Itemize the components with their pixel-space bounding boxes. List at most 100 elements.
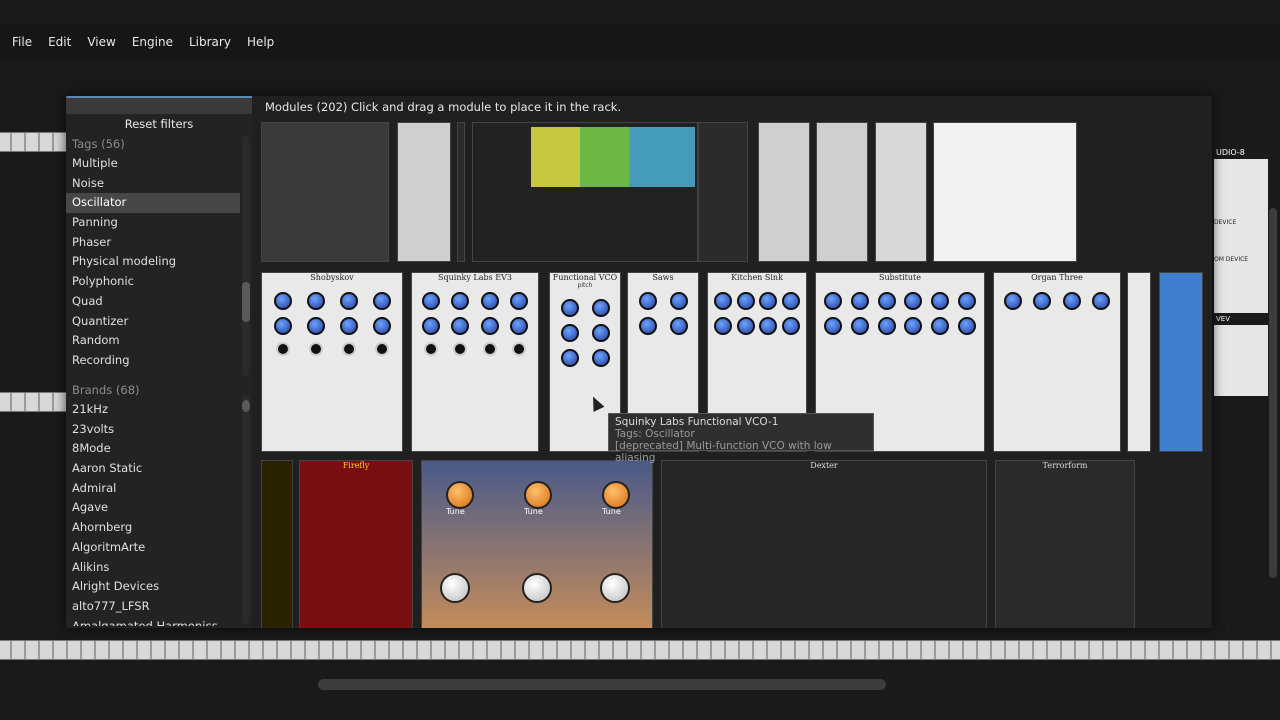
brand-item[interactable]: Alright Devices: [66, 577, 240, 597]
search-input[interactable]: [66, 96, 252, 114]
knob[interactable]: [339, 292, 358, 310]
brand-item[interactable]: 23volts: [66, 420, 240, 440]
knob[interactable]: [451, 317, 470, 335]
module-card[interactable]: [816, 122, 868, 262]
tune-knob[interactable]: [524, 481, 552, 509]
module-card-ev3[interactable]: Squinky Labs EV3: [411, 272, 539, 452]
brands-scrollbar[interactable]: [242, 396, 250, 624]
knob[interactable]: [957, 292, 976, 310]
knob[interactable]: [930, 292, 949, 310]
knob[interactable]: [421, 317, 440, 335]
jack[interactable]: [423, 342, 438, 356]
knob[interactable]: [877, 317, 896, 335]
menu-file[interactable]: File: [4, 24, 40, 60]
tag-item[interactable]: Noise: [66, 174, 240, 194]
module-card-shobyskov[interactable]: Shobyskov: [261, 272, 403, 452]
menu-edit[interactable]: Edit: [40, 24, 79, 60]
brand-item[interactable]: Ahornberg: [66, 518, 240, 538]
tune-knob[interactable]: [602, 481, 630, 509]
knob[interactable]: [824, 317, 843, 335]
knob[interactable]: [273, 317, 292, 335]
knob[interactable]: [850, 317, 869, 335]
knob[interactable]: [904, 317, 923, 335]
knob[interactable]: [560, 299, 579, 317]
tag-item[interactable]: Recording: [66, 351, 240, 371]
brand-item[interactable]: AlgoritmArte: [66, 538, 240, 558]
knob[interactable]: [714, 317, 733, 335]
knob[interactable]: [510, 292, 529, 310]
jack[interactable]: [275, 342, 290, 356]
knob[interactable]: [714, 292, 733, 310]
knob[interactable]: [736, 317, 755, 335]
module-card-organ-three[interactable]: Organ Three: [993, 272, 1121, 452]
brand-item[interactable]: Aaron Static: [66, 459, 240, 479]
knob[interactable]: [904, 292, 923, 310]
knob[interactable]: [372, 292, 391, 310]
knob[interactable]: [480, 292, 499, 310]
jack[interactable]: [512, 342, 527, 356]
knob[interactable]: [957, 317, 976, 335]
knob[interactable]: [372, 317, 391, 335]
module-card-terrorform[interactable]: Terrorform: [995, 460, 1135, 628]
module-card[interactable]: [758, 122, 810, 262]
tag-item[interactable]: Quantizer: [66, 312, 240, 332]
knob[interactable]: [1092, 292, 1111, 310]
knob[interactable]: [850, 292, 869, 310]
jack[interactable]: [453, 342, 468, 356]
module-card[interactable]: [1127, 272, 1151, 452]
tags-scroll-thumb[interactable]: [242, 282, 250, 322]
menu-engine[interactable]: Engine: [124, 24, 181, 60]
knob[interactable]: [1003, 292, 1022, 310]
jack[interactable]: [482, 342, 497, 356]
knob[interactable]: [510, 317, 529, 335]
knob[interactable]: [1062, 292, 1081, 310]
module-card[interactable]: [397, 122, 451, 262]
brand-item[interactable]: Amalgamated Harmonics: [66, 617, 240, 626]
tag-item[interactable]: Polyphonic: [66, 272, 240, 292]
knob[interactable]: [669, 317, 688, 335]
brand-item[interactable]: 8Mode: [66, 439, 240, 459]
brands-scroll-thumb[interactable]: [242, 400, 250, 412]
tag-item[interactable]: Panning: [66, 213, 240, 233]
module-card[interactable]: [1159, 272, 1203, 452]
knob[interactable]: [451, 292, 470, 310]
tag-item[interactable]: Quad: [66, 292, 240, 312]
module-card-dexter[interactable]: Dexter: [661, 460, 987, 628]
module-card[interactable]: [698, 122, 748, 262]
menu-view[interactable]: View: [79, 24, 123, 60]
knob[interactable]: [877, 292, 896, 310]
module-card[interactable]: [261, 460, 293, 628]
knob[interactable]: [560, 324, 579, 342]
brand-item[interactable]: alto777_LFSR: [66, 597, 240, 617]
brand-item[interactable]: Agave: [66, 498, 240, 518]
knob[interactable]: [591, 349, 610, 367]
module-card[interactable]: [457, 122, 465, 262]
tag-item[interactable]: Phaser: [66, 233, 240, 253]
knob[interactable]: [781, 292, 800, 310]
knob[interactable]: [638, 317, 657, 335]
module-card-firefly[interactable]: Firefly: [299, 460, 413, 628]
module-card[interactable]: [261, 122, 389, 262]
module-card-pulse-oscillator[interactable]: Tune Tune Tune: [421, 460, 653, 628]
knob[interactable]: [591, 324, 610, 342]
jack[interactable]: [341, 342, 356, 356]
knob[interactable]: [638, 292, 657, 310]
module-card[interactable]: [875, 122, 927, 262]
knob[interactable]: [306, 292, 325, 310]
jack[interactable]: [374, 342, 389, 356]
brand-item[interactable]: Alikins: [66, 558, 240, 578]
knob[interactable]: [1033, 292, 1052, 310]
knob[interactable]: [781, 317, 800, 335]
pulse-knob[interactable]: [440, 573, 470, 603]
knob[interactable]: [421, 292, 440, 310]
tag-item[interactable]: Oscillator: [66, 193, 240, 214]
module-card[interactable]: [933, 122, 1077, 262]
tag-item[interactable]: Physical modeling: [66, 252, 240, 272]
knob[interactable]: [273, 292, 292, 310]
tag-item[interactable]: Multiple: [66, 154, 240, 174]
knob[interactable]: [736, 292, 755, 310]
menu-library[interactable]: Library: [181, 24, 239, 60]
rack-horizontal-scroll-thumb[interactable]: [318, 679, 886, 690]
tag-item[interactable]: Random: [66, 331, 240, 351]
jack[interactable]: [308, 342, 323, 356]
